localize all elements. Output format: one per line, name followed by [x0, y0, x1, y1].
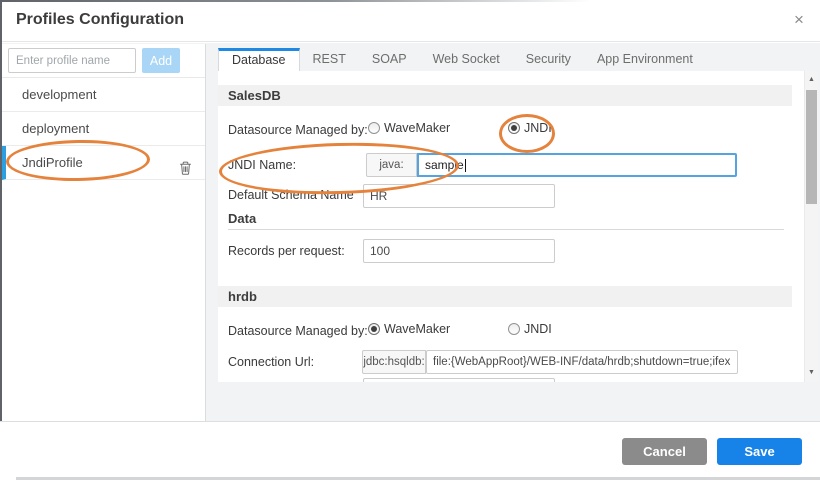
records-per-request-label: Records per request: — [228, 244, 345, 258]
profile-item-development[interactable]: development — [2, 78, 205, 112]
profile-item-deployment[interactable]: deployment — [2, 112, 205, 146]
window-top-edge — [0, 0, 820, 2]
add-profile-button[interactable]: Add — [142, 48, 180, 73]
connection-url-input[interactable] — [426, 350, 738, 374]
tab-rest[interactable]: REST — [300, 47, 359, 71]
vertical-scrollbar[interactable]: ▲ ▼ — [804, 71, 818, 382]
tab-app-environment[interactable]: App Environment — [584, 47, 706, 71]
radio-unchecked-icon[interactable] — [508, 323, 520, 335]
radio-checked-icon[interactable] — [508, 122, 520, 134]
jndi-name-value: sample — [425, 158, 464, 172]
hrdb-jndi-radio[interactable]: JNDI — [508, 322, 552, 336]
radio-label: JNDI — [524, 121, 552, 135]
scroll-up-icon[interactable]: ▲ — [805, 75, 818, 85]
radio-label: WaveMaker — [384, 121, 450, 135]
radio-unchecked-icon[interactable] — [368, 122, 380, 134]
data-section-header: Data — [228, 211, 256, 226]
salesdb-datasource-label: Datasource Managed by: — [228, 123, 368, 137]
window-left-edge — [0, 0, 2, 421]
save-button[interactable]: Save — [717, 438, 802, 465]
radio-label: JNDI — [524, 322, 552, 336]
profile-name-label: JndiProfile — [22, 155, 83, 170]
salesdb-wavemaker-radio[interactable]: WaveMaker — [368, 121, 450, 135]
dialog-body: Add development deployment JndiProfile D… — [0, 43, 820, 421]
radio-checked-icon[interactable] — [368, 323, 380, 335]
text-caret — [465, 159, 466, 172]
tab-database[interactable]: Database — [218, 48, 300, 72]
cancel-button[interactable]: Cancel — [622, 438, 707, 465]
hrdb-section-header: hrdb — [218, 286, 792, 307]
salesdb-jndi-radio[interactable]: JNDI — [508, 121, 552, 135]
records-per-request-input[interactable] — [363, 239, 555, 263]
profile-name-input[interactable] — [8, 48, 136, 73]
close-icon[interactable]: × — [788, 9, 810, 31]
scroll-down-icon[interactable]: ▼ — [805, 368, 818, 378]
dialog-footer: Cancel Save — [0, 421, 820, 480]
hrdb-wavemaker-radio[interactable]: WaveMaker — [368, 322, 450, 336]
profile-name-label: deployment — [22, 121, 89, 136]
connection-url-label: Connection Url: — [228, 355, 314, 369]
schema-name-label: Default Schema Name — [228, 188, 354, 202]
jndi-name-input[interactable]: sample — [417, 153, 737, 177]
tab-soap[interactable]: SOAP — [359, 47, 420, 71]
scrollbar-thumb[interactable] — [806, 90, 817, 204]
hrdb-datasource-label: Datasource Managed by: — [228, 324, 368, 338]
salesdb-section-header: SalesDB — [218, 85, 792, 106]
schema-name-input[interactable] — [363, 184, 555, 208]
trash-icon[interactable] — [178, 155, 194, 171]
dialog-title: Profiles Configuration — [16, 11, 184, 29]
tab-security[interactable]: Security — [513, 47, 584, 71]
profiles-sidebar: Add development deployment JndiProfile — [2, 44, 206, 421]
profile-name-label: development — [22, 87, 96, 102]
jndi-name-label: JNDI Name: — [228, 158, 296, 172]
connection-prefix-addon: jdbc:hsqldb: — [362, 350, 426, 374]
database-tab-content: SalesDB Datasource Managed by: WaveMaker… — [218, 71, 818, 382]
radio-label: WaveMaker — [384, 322, 450, 336]
tab-web-socket[interactable]: Web Socket — [420, 47, 513, 71]
title-bar: Profiles Configuration × — [0, 0, 820, 42]
profiles-configuration-dialog: Profiles Configuration × Add development… — [0, 0, 820, 480]
add-profile-row: Add — [2, 44, 205, 78]
jndi-prefix-addon: java: — [366, 153, 417, 177]
tab-bar: Database REST SOAP Web Socket Security A… — [218, 47, 818, 72]
partial-clipped-input[interactable] — [363, 378, 555, 382]
profile-item-jndiprofile[interactable]: JndiProfile — [2, 146, 205, 180]
section-divider — [228, 229, 784, 230]
